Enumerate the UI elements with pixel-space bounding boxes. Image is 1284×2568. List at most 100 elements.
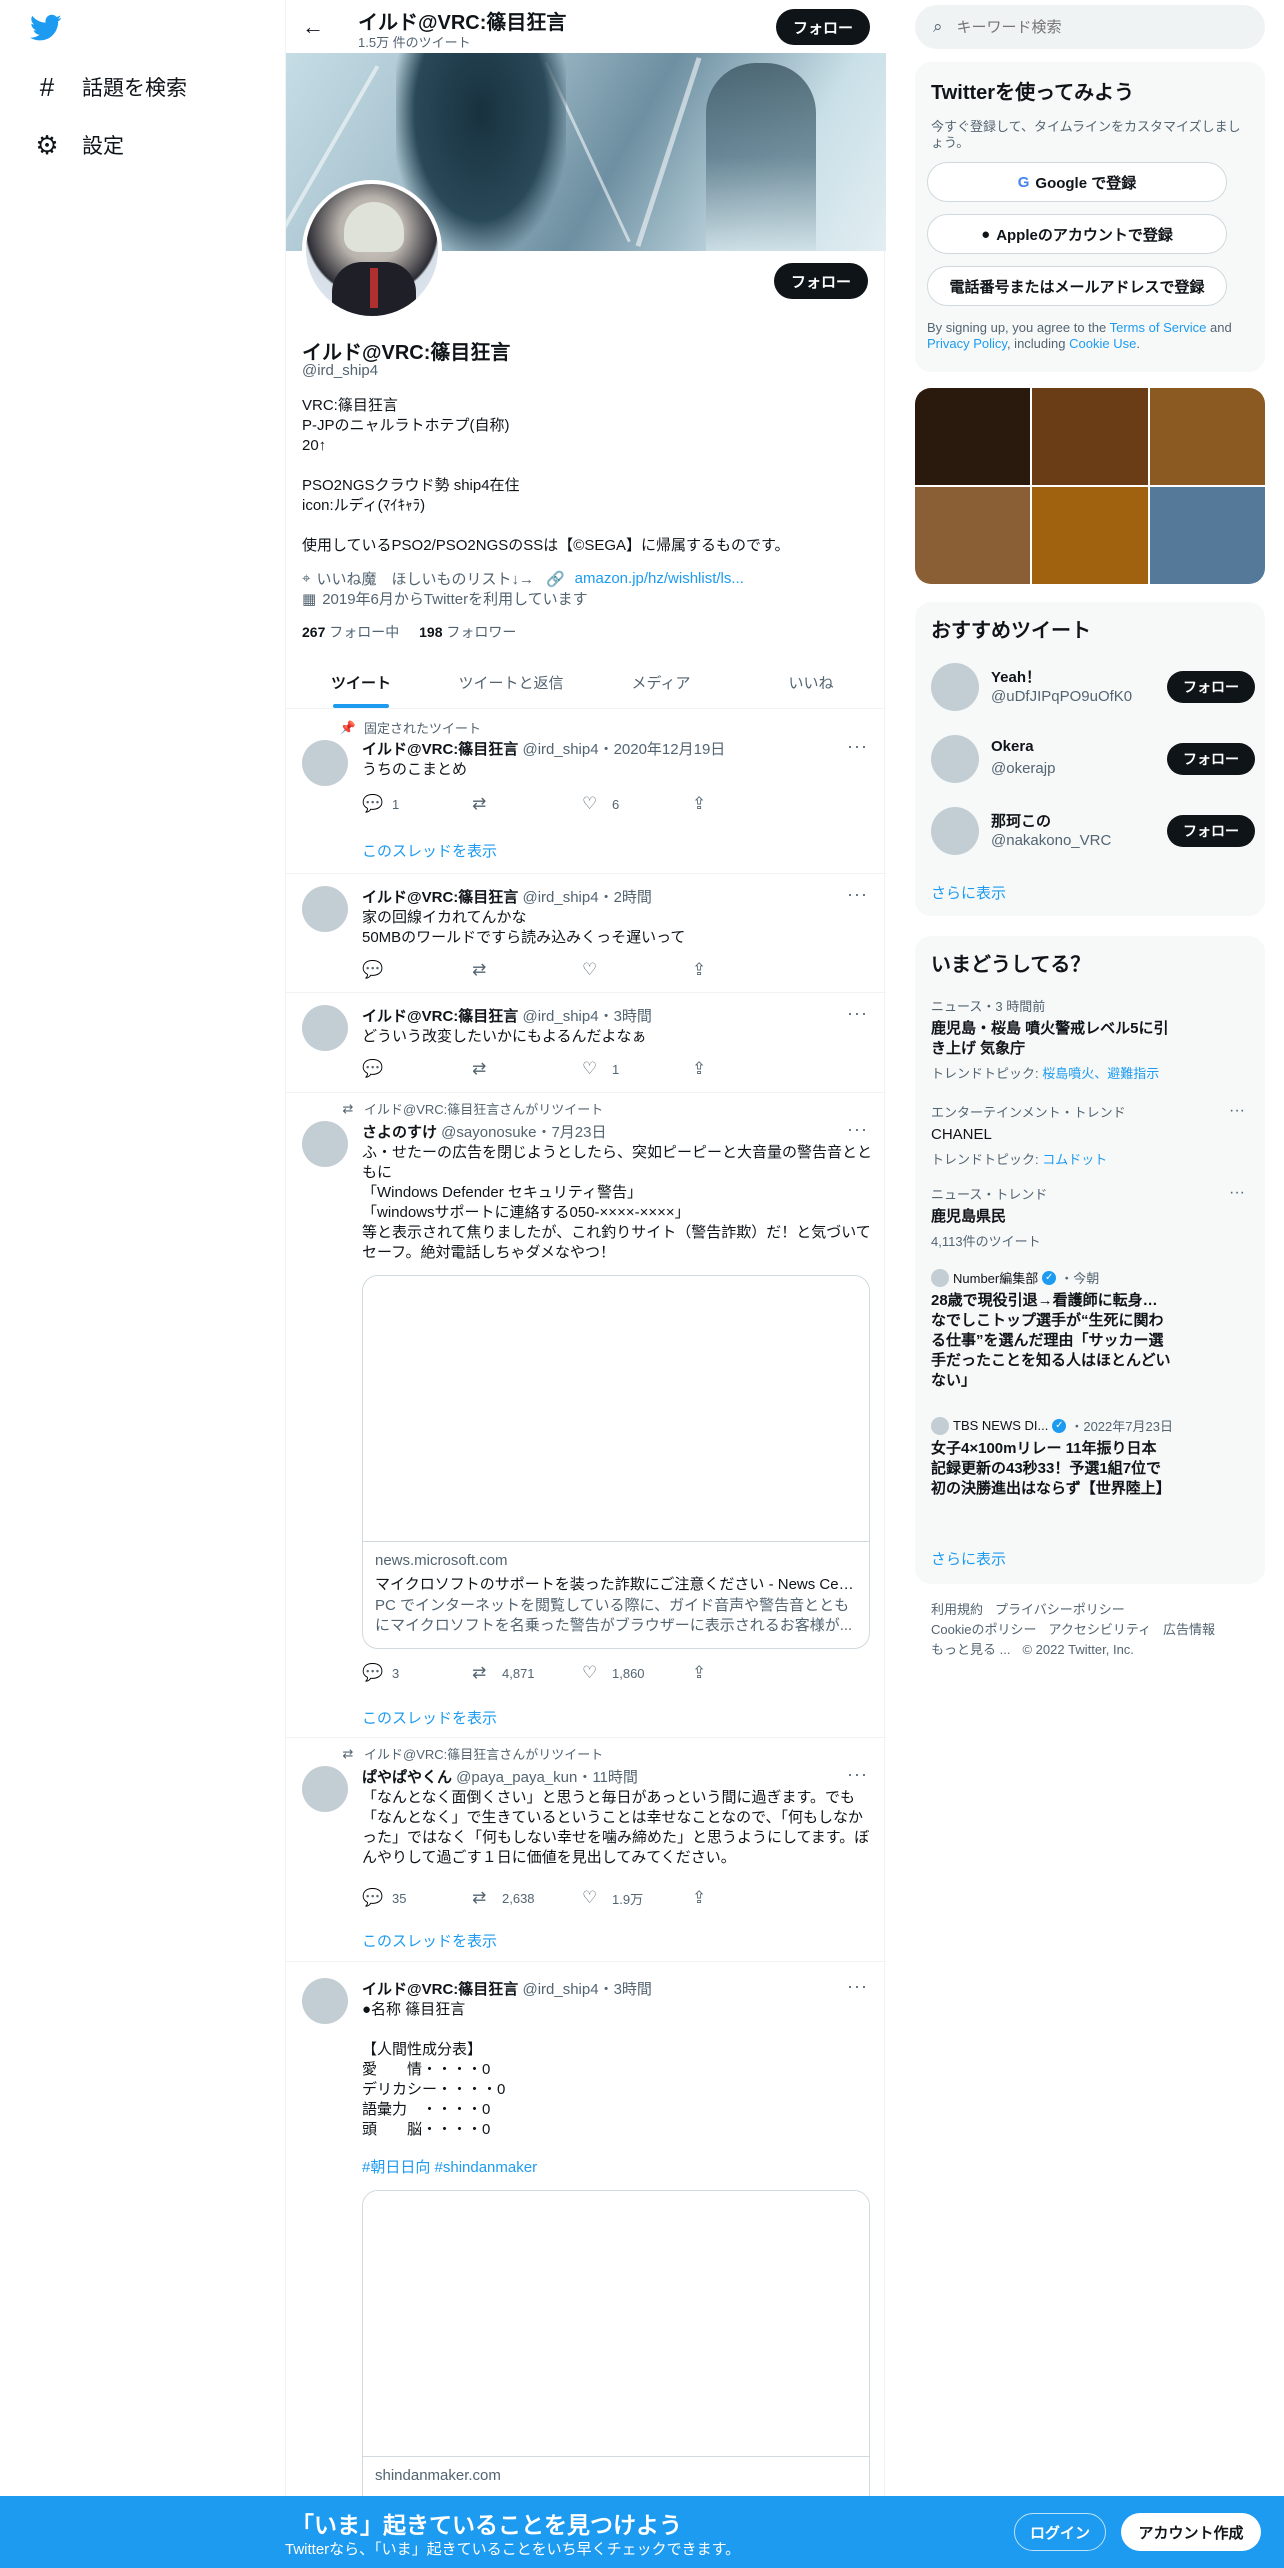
retweet-button[interactable]: ⇄ 4,871 (472, 1663, 582, 1683)
retweet-button[interactable]: ⇄ 2,638 (472, 1888, 582, 1908)
avatar[interactable] (302, 740, 348, 786)
profile-avatar[interactable] (302, 180, 442, 320)
more-icon[interactable]: ··· (847, 1119, 868, 1140)
more-icon[interactable]: ··· (847, 884, 868, 905)
share-button[interactable]: ⇪ (692, 1888, 802, 1908)
more-icon[interactable]: ··· (847, 1764, 868, 1785)
following-link[interactable]: 267 フォロー中 (302, 624, 399, 640)
footer-link[interactable]: もっと見る ... (931, 1642, 1010, 1657)
more-icon[interactable]: ··· (847, 1976, 868, 1997)
phone-signup-button[interactable]: 電話番号またはメールアドレスで登録 (927, 266, 1227, 306)
media-thumb[interactable] (1032, 487, 1148, 584)
reply-button[interactable]: 💬 (362, 960, 472, 980)
reply-button[interactable]: 💬 (362, 1059, 472, 1079)
author-name[interactable]: ぱやぱやくん (362, 1769, 452, 1786)
like-button[interactable]: ♡ 1.9万 (582, 1888, 692, 1908)
tab-tweets-replies[interactable]: ツイートと返信 (436, 656, 586, 708)
profile-follow-button[interactable]: フォロー (774, 263, 868, 299)
avatar[interactable] (931, 735, 979, 783)
tos-link[interactable]: Terms of Service (1110, 320, 1207, 335)
header-follow-button[interactable]: フォロー (776, 9, 870, 45)
avatar[interactable] (302, 1978, 348, 2024)
retweet-button[interactable]: ⇄ (472, 960, 582, 980)
footer-link[interactable]: アクセシビリティ (1048, 1622, 1151, 1637)
trends-more-link[interactable]: さらに表示 (931, 1548, 1006, 1569)
reply-button[interactable]: 💬 3 (362, 1663, 472, 1683)
author-name[interactable]: イルド@VRC:篠目狂言 (362, 1008, 518, 1025)
footer-link[interactable]: Cookieのポリシー (931, 1622, 1036, 1637)
share-button[interactable]: ⇪ (692, 1663, 802, 1683)
avatar[interactable] (302, 1766, 348, 1812)
search-box[interactable]: ⌕ (915, 5, 1265, 49)
back-arrow-icon[interactable]: ← (302, 14, 324, 40)
show-thread-link[interactable]: このスレッドを表示 (362, 1707, 497, 1728)
more-icon[interactable]: ··· (1229, 1102, 1245, 1120)
profile-link[interactable]: amazon.jp/hz/wishlist/ls... (575, 570, 744, 587)
like-button[interactable]: ♡ 1,860 (582, 1663, 692, 1683)
like-button[interactable]: ♡ (582, 960, 692, 980)
tab-media[interactable]: メディア (586, 656, 736, 708)
suggested-user[interactable]: Yeah！ @uDfJIPqPO9uOfK0 フォロー (931, 662, 1255, 712)
follow-button[interactable]: フォロー (1167, 815, 1255, 847)
link-card[interactable]: shindanmaker.com (362, 2190, 870, 2530)
more-icon[interactable]: ··· (1229, 1184, 1245, 1202)
reply-button[interactable]: 💬 1 (362, 794, 472, 814)
google-signup-button[interactable]: G Google で登録 (927, 162, 1227, 202)
share-button[interactable]: ⇪ (692, 960, 802, 980)
share-button[interactable]: ⇪ (692, 1059, 802, 1079)
nav-explore[interactable]: # 話題を検索 (34, 72, 187, 102)
author-name[interactable]: イルド@VRC:篠目狂言 (362, 1981, 518, 1998)
avatar[interactable] (302, 1005, 348, 1051)
trend-item[interactable]: エンターテインメント・トレンド ··· CHANEL トレンドトピック: コムド… (931, 1102, 1261, 1168)
cookie-link[interactable]: Cookie Use (1069, 336, 1136, 351)
retweet-button[interactable]: ⇄ (472, 794, 582, 814)
reply-button[interactable]: 💬 35 (362, 1888, 472, 1908)
author-name[interactable]: さよのすけ (362, 1124, 437, 1141)
suggested-user[interactable]: 那珂この @nakakono_VRC フォロー (931, 806, 1255, 856)
tweet-hashtags[interactable]: #朝日日向 #shindanmaker (362, 2158, 872, 2178)
tweet[interactable]: 📌 固定されたツイート イルド@VRC:篠目狂言 @ird_ship4・2020年… (286, 710, 886, 874)
trend-item[interactable]: ニュース・トレンド ··· 鹿児島県民 4,113件のツイート (931, 1184, 1261, 1250)
link-card[interactable]: news.microsoft.com マイクロソフトのサポートを装った詐欺にご注… (362, 1275, 870, 1649)
suggested-user[interactable]: Okera @okerajp フォロー (931, 734, 1255, 784)
follow-button[interactable]: フォロー (1167, 671, 1255, 703)
news-item[interactable]: Number編集部 ✓ ・今朝 28歳で現役引退→看護師に転身…なでしこトップ選手が… (931, 1268, 1261, 1391)
avatar[interactable] (931, 663, 979, 711)
media-thumb[interactable] (1149, 487, 1265, 584)
signup-button[interactable]: アカウント作成 (1121, 2513, 1261, 2551)
privacy-link[interactable]: Privacy Policy (927, 336, 1007, 351)
tweet[interactable]: ⇄ イルド@VRC:篠目狂言さんがリツイート ぱやぱやくん @paya_paya_… (286, 1738, 886, 1962)
footer-link[interactable]: 利用規約 (931, 1602, 983, 1617)
like-button[interactable]: ♡ 1 (582, 1059, 692, 1079)
show-thread-link[interactable]: このスレッドを表示 (362, 1930, 497, 1951)
tab-likes[interactable]: いいね (736, 656, 886, 708)
tweet[interactable]: ⇄ イルド@VRC:篠目狂言さんがリツイート さよのすけ @sayonosuke・… (286, 1093, 886, 1738)
more-icon[interactable]: ··· (847, 736, 868, 757)
avatar[interactable] (931, 807, 979, 855)
avatar[interactable] (302, 886, 348, 932)
news-item[interactable]: TBS NEWS DI... ✓ ・2022年7月23日 女子4×100mリレー 1… (931, 1416, 1261, 1499)
tab-tweets[interactable]: ツイート (286, 656, 436, 708)
media-thumb[interactable] (1032, 388, 1148, 485)
footer-link[interactable]: プライバシーポリシー (995, 1602, 1125, 1617)
twitter-logo-icon[interactable] (30, 14, 62, 42)
retweet-button[interactable]: ⇄ (472, 1059, 582, 1079)
avatar[interactable] (302, 1121, 348, 1167)
follow-button[interactable]: フォロー (1167, 743, 1255, 775)
who-to-follow-more-link[interactable]: さらに表示 (931, 882, 1006, 903)
tweet[interactable]: イルド@VRC:篠目狂言 @ird_ship4・2時間 ··· 家の回線イカれて… (286, 874, 886, 993)
nav-settings[interactable]: ⚙ 設定 (34, 130, 124, 160)
tweet[interactable]: イルド@VRC:篠目狂言 @ird_ship4・3時間 ··· ●名称 篠目狂言… (286, 1962, 886, 2568)
search-input[interactable] (956, 18, 1217, 36)
author-name[interactable]: イルド@VRC:篠目狂言 (362, 889, 518, 906)
show-thread-link[interactable]: このスレッドを表示 (362, 840, 497, 861)
author-name[interactable]: イルド@VRC:篠目狂言 (362, 741, 518, 758)
media-thumb[interactable] (915, 388, 1031, 485)
share-button[interactable]: ⇪ (692, 794, 802, 814)
apple-signup-button[interactable]: ● Appleのアカウントで登録 (927, 214, 1227, 254)
followers-link[interactable]: 198 フォロワー (419, 624, 516, 640)
media-thumb[interactable] (1149, 388, 1265, 485)
trend-item[interactable]: ニュース・3 時間前 鹿児島・桜島 噴火警戒レベル5に引き上げ 気象庁 トレンド… (931, 996, 1261, 1082)
tweet[interactable]: イルド@VRC:篠目狂言 @ird_ship4・3時間 ··· どういう改変した… (286, 993, 886, 1093)
media-thumb[interactable] (915, 487, 1031, 584)
